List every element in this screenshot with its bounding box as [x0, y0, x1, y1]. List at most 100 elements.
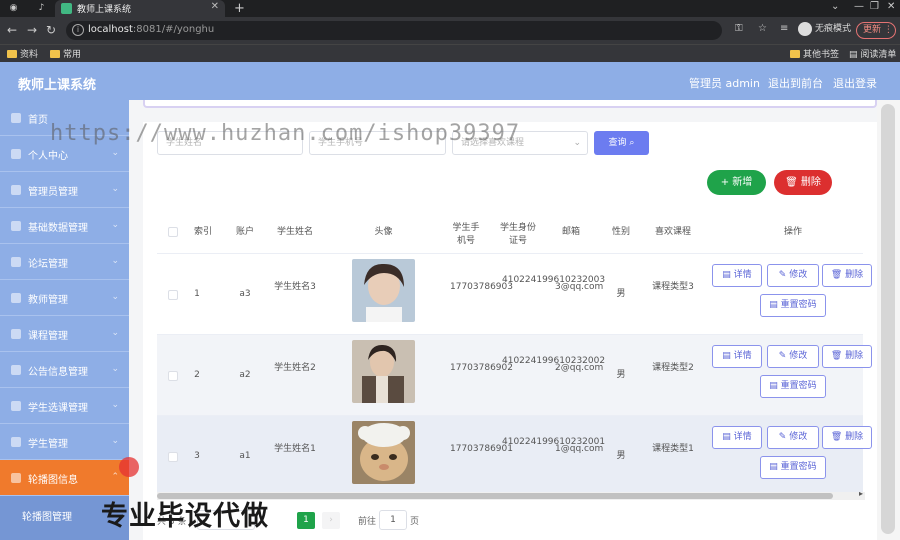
edit-button[interactable]: ✎ 修改 [767, 345, 819, 368]
query-button[interactable]: 查询 ⌕ [594, 131, 649, 155]
sidebar-item-admins[interactable]: 管理员管理 ⌄ [0, 172, 129, 208]
folder-icon [790, 50, 800, 58]
row-checkbox[interactable] [168, 290, 178, 300]
cell-phone: 17703786903 [450, 282, 513, 292]
reset-password-button[interactable]: ▤ 重置密码 [760, 456, 826, 479]
chevron-down-icon[interactable]: ⌄ [831, 1, 839, 12]
column-header: 喜欢课程 [654, 227, 691, 237]
bookmark-folder[interactable]: 资料 [7, 47, 38, 60]
sidebar-item-enrollment[interactable]: 学生选课管理 ⌄ [0, 388, 129, 424]
forum-icon [11, 257, 21, 267]
sidebar-item-forum[interactable]: 论坛管理 ⌄ [0, 244, 129, 280]
cell-course: 课程类型1 [652, 444, 694, 454]
sidebar-item-courses[interactable]: 课程管理 ⌄ [0, 316, 129, 352]
cell-email: 2@qq.com [555, 363, 604, 373]
app-title: 教师上课系统 [18, 78, 97, 93]
incognito-indicator[interactable]: 无痕模式 [798, 21, 851, 36]
scroll-right-icon[interactable]: ▸ [859, 489, 863, 498]
sidebar-item-label: 轮播图信息 [28, 475, 78, 486]
delete-label: 删除 [845, 270, 864, 280]
avatar [352, 259, 415, 322]
bookmark-label: 常用 [63, 50, 82, 60]
sidebar-item-basic-data[interactable]: 基础数据管理 ⌄ [0, 208, 129, 244]
tab-title: 教师上课系统 [77, 5, 132, 15]
row-checkbox[interactable] [168, 371, 178, 381]
app-header: 教师上课系统 管理员 admin 退出到前台 退出登录 [0, 62, 900, 100]
edit-label: 修改 [789, 351, 808, 361]
cell-email: 1@qq.com [555, 444, 604, 454]
select-all-checkbox[interactable] [168, 227, 178, 237]
url-field[interactable]: i localhost:8081/#/yonghu [66, 21, 722, 40]
close-window-icon[interactable]: ✕ [887, 1, 895, 12]
column-header: 账户 [235, 227, 254, 237]
chevron-down-icon: ⌄ [573, 138, 581, 148]
sidebar-item-carousel[interactable]: 轮播图信息 ⌃ [0, 460, 129, 496]
reset-password-button[interactable]: ▤ 重置密码 [760, 294, 826, 317]
sidebar-item-label: 公告信息管理 [28, 367, 88, 378]
table-row[interactable]: 3 a1 学生姓名1 17703786901 41022419961023200… [157, 416, 872, 497]
row-checkbox[interactable] [168, 452, 178, 462]
detail-button[interactable]: ▤ 详情 [712, 264, 762, 287]
cell-name: 学生姓名2 [274, 363, 316, 373]
column-header: 索引 [193, 227, 212, 237]
reload-icon[interactable]: ↻ [46, 23, 56, 37]
browser-tab-bar: ◉ ♪ 教师上课系统 ✕ + ⌄ — ❐ ✕ [0, 0, 900, 17]
sidebar-item-notices[interactable]: 公告信息管理 ⌄ [0, 352, 129, 388]
cell-account: a2 [239, 370, 251, 380]
logout-link[interactable]: 退出登录 [833, 75, 877, 91]
audio-icon[interactable]: ♪ [36, 3, 47, 14]
goto-page-input[interactable]: 1 [379, 510, 407, 530]
user-icon [11, 149, 21, 159]
key-icon[interactable]: ⚿ [735, 23, 743, 34]
edit-button[interactable]: ✎ 修改 [767, 264, 819, 287]
enroll-icon [11, 401, 21, 411]
row-delete-button[interactable]: 🗑 删除 [822, 264, 872, 287]
minimize-icon[interactable]: — [854, 1, 864, 12]
sidebar-item-teachers[interactable]: 教师管理 ⌄ [0, 280, 129, 316]
new-tab-button[interactable]: + [234, 0, 245, 17]
back-to-front-link[interactable]: 退出到前台 [768, 75, 823, 91]
reading-list[interactable]: ▤ 阅读清单 [849, 47, 896, 60]
restore-icon[interactable]: ❐ [870, 1, 879, 12]
back-icon[interactable]: ← [7, 23, 17, 37]
chevron-down-icon: ⌄ [111, 220, 119, 230]
scrollbar-thumb[interactable] [881, 104, 895, 534]
vertical-scrollbar[interactable] [877, 100, 900, 540]
row-delete-button[interactable]: 🗑 删除 [822, 345, 872, 368]
list-icon [11, 221, 21, 231]
bookmark-folder[interactable]: 常用 [50, 47, 81, 60]
info-icon[interactable]: i [72, 24, 84, 36]
add-button[interactable]: + 新增 [707, 170, 766, 195]
reading-list-icon: ▤ [849, 50, 861, 60]
bookmark-folder[interactable]: 其他书签 [790, 47, 839, 60]
row-delete-button[interactable]: 🗑 删除 [822, 426, 872, 449]
detail-button[interactable]: ▤ 详情 [712, 426, 762, 449]
cell-phone: 17703786902 [450, 363, 513, 373]
delete-button[interactable]: 🗑 删除 [774, 170, 832, 195]
column-header: 操作 [783, 227, 802, 237]
bookmarks-bar: 资料 常用 其他书签 ▤ 阅读清单 [0, 44, 900, 62]
column-header: 性别 [611, 227, 630, 237]
close-tab-icon[interactable]: ✕ [211, 1, 219, 12]
reading-list-icon[interactable]: ≡ [780, 23, 788, 34]
avatar-photo-icon [352, 259, 415, 322]
update-button[interactable]: 更新 ⋮ [856, 22, 896, 39]
table-row[interactable]: 1 a3 学生姓名3 17703786903 41022419961023200… [157, 254, 872, 335]
next-page-button[interactable]: › [322, 512, 340, 529]
star-icon[interactable]: ☆ [758, 23, 767, 34]
browser-address-bar: ← → ↻ i localhost:8081/#/yonghu ⚿ ☆ ≡ 无痕… [0, 17, 900, 44]
reset-password-button[interactable]: ▤ 重置密码 [760, 375, 826, 398]
sidebar-item-label: 管理员管理 [28, 187, 78, 198]
forward-icon[interactable]: → [27, 23, 37, 37]
detail-button[interactable]: ▤ 详情 [712, 345, 762, 368]
page-number-button[interactable]: 1 [297, 512, 315, 529]
browser-tab[interactable]: 教师上课系统 ✕ [55, 0, 225, 17]
cell-idcard: 410224199610232001 [502, 437, 606, 447]
table-row[interactable]: 2 a2 学生姓名2 17703786902 41022419961023200… [157, 335, 872, 416]
sidebar-item-students[interactable]: 学生管理 ⌄ [0, 424, 129, 460]
cursor-highlight [119, 457, 139, 477]
chevron-down-icon: ⌄ [111, 364, 119, 374]
edit-button[interactable]: ✎ 修改 [767, 426, 819, 449]
column-header: 学生身份证号 [499, 223, 536, 246]
detail-label: 详情 [733, 432, 752, 442]
